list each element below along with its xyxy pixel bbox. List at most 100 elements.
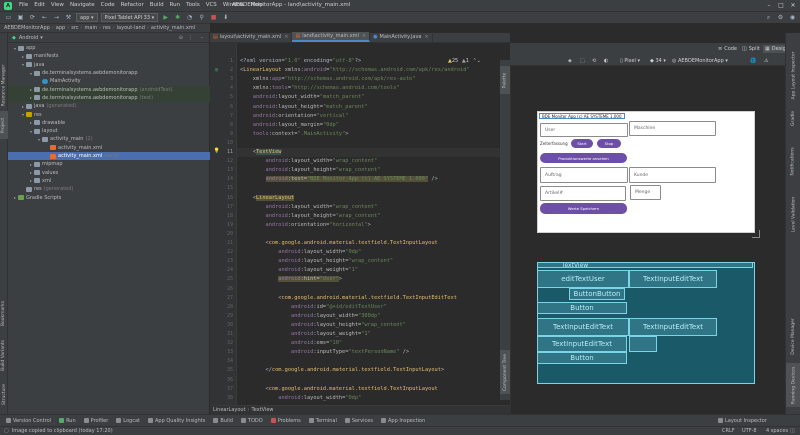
hammer-icon[interactable]: ⚒ [64, 13, 73, 22]
code-line[interactable]: android:layout_width="match_parent" [240, 93, 365, 102]
close-tab-icon[interactable]: × [425, 34, 429, 40]
tool-build[interactable]: Build [213, 418, 233, 424]
menu-edit[interactable]: Edit [31, 0, 48, 11]
tab-resource-manager[interactable]: Resource Manager [0, 63, 8, 107]
warnings-icon[interactable]: ⚠ [764, 57, 768, 65]
code-line[interactable]: android:id="@+id/editTextUser" [240, 303, 387, 312]
code-line[interactable]: android:layout_height="wrap_content" [240, 212, 381, 221]
account-icon[interactable]: ◉ [788, 13, 797, 22]
search-icon[interactable]: ⌕ [764, 13, 773, 22]
code-line[interactable]: <com.google.android.material.textfield.T… [240, 239, 438, 248]
tool-run[interactable]: Run [59, 418, 76, 424]
tab-level-validation[interactable]: Level Validation [786, 189, 800, 239]
menu-view[interactable]: View [48, 0, 67, 11]
attach-icon[interactable]: ⚲ [197, 13, 206, 22]
editor-tab-mainactivity[interactable]: ● MainActivity.java × [370, 32, 433, 42]
maximize-icon[interactable]: □ [776, 0, 786, 11]
code-line[interactable]: android:layout_width="0dp" [240, 248, 361, 257]
tab-app-layout-inspector[interactable]: App Layout Inspector [786, 51, 800, 99]
code-line[interactable]: android:layout_height="wrap_content" [240, 321, 406, 330]
tree-item[interactable]: ▸ Gradle Scripts [8, 193, 210, 201]
crumb-src[interactable]: src [71, 25, 78, 31]
device-preview[interactable]: BDE Monitor App (c) AE SYSTEME 1.000 Use… [537, 111, 760, 238]
debug-icon[interactable]: ✱ [173, 13, 182, 22]
code-line[interactable]: android:layout_width="300dp" [240, 312, 380, 321]
tool-todo[interactable]: TODO [240, 418, 263, 424]
code-line[interactable]: android:layout_weight="1" [240, 266, 358, 275]
lock-icon[interactable]: ◫ [790, 428, 795, 434]
preview-save-button[interactable]: Werte Speichern [540, 203, 627, 214]
crumb-main[interactable]: main [85, 25, 98, 31]
minimize-icon[interactable]: – [764, 0, 774, 11]
intention-bulb-icon[interactable]: 💡 [214, 148, 220, 154]
chevron-down-icon[interactable]: ▾ [40, 35, 43, 41]
settings-icon[interactable]: ⚙ [776, 13, 785, 22]
code-line[interactable]: tools:context=".MainActivity"> [240, 130, 349, 139]
code-line[interactable]: android:orientation="horizontal"> [240, 221, 371, 230]
tab-gradle[interactable]: Gradle [786, 103, 800, 133]
profile-icon[interactable]: ◔ [185, 13, 194, 22]
code-line[interactable]: <com.google.android.material.textfield.T… [240, 385, 438, 394]
hide-panel-icon[interactable]: – [201, 35, 204, 41]
tab-notifications[interactable]: Notifications [786, 139, 800, 183]
resize-handle[interactable] [752, 230, 760, 238]
layers-icon[interactable]: ◈ [568, 57, 572, 65]
code-line[interactable]: <LinearLayout [240, 194, 295, 203]
menu-run[interactable]: Run [167, 0, 184, 11]
code-line[interactable]: android:ems="10" [240, 339, 342, 348]
code-line[interactable]: android:inputType="textPersonName" /> [240, 348, 409, 357]
tree-item[interactable]: ▾ app [8, 44, 210, 52]
crumb-textview[interactable]: TextView [252, 407, 274, 413]
tab-running-devices[interactable]: Running Devices [786, 363, 800, 407]
blueprint-icon[interactable]: ⬚ [580, 57, 585, 65]
inspection-widget[interactable]: ▲25 ▲1 ⌃⌄ [448, 58, 481, 64]
preview-title-text[interactable]: BDE Monitor App (c) AE SYSTEME 1.000 [539, 113, 625, 119]
night-mode-icon[interactable]: ◐ [604, 57, 608, 65]
line-separator[interactable]: CRLF [722, 428, 735, 434]
tree-item[interactable]: activity_main.xml [8, 144, 210, 152]
collapse-all-icon[interactable]: ⊖ [179, 35, 183, 41]
editor-tab-layout-activity-main[interactable]: ▤ layout\activity_main.xml × [210, 32, 293, 42]
code-editor[interactable]: 1 2 3 4 5 6 7 8 9 10 11 12 13 14 15 16 17 18 19 20 21 22 23 24 2… [210, 43, 510, 405]
tab-build-variants[interactable]: Build Variants [0, 335, 8, 375]
close-tab-icon[interactable]: × [362, 33, 366, 39]
tree-item[interactable]: ▾ res [8, 110, 210, 118]
crumb-app[interactable]: app [56, 25, 65, 31]
tool-services[interactable]: Services [344, 418, 373, 424]
tree-item[interactable]: ▸ mipmap [8, 160, 210, 168]
sync-icon[interactable]: ⟳ [28, 13, 37, 22]
menu-build[interactable]: Build [147, 0, 167, 11]
save-icon[interactable]: ▣ [16, 13, 25, 22]
code-line[interactable]: <?xml version="1.0" encoding="utf-8"?> [240, 57, 361, 66]
menu-code[interactable]: Code [98, 0, 118, 11]
preview-artikel-field[interactable]: Artikel# [540, 186, 626, 201]
preview-menge-field[interactable]: Menge [630, 185, 661, 200]
menu-tools[interactable]: Tools [183, 0, 203, 11]
code-line[interactable]: <com.google.android.material.textfield.T… [240, 294, 457, 303]
open-folder-icon[interactable]: ▭ [4, 13, 13, 22]
blueprint-preview[interactable]: TextView editTextUser TextInputEditText … [537, 262, 755, 384]
device-select[interactable]: Pixel Tablet API 33 ▾ [100, 13, 159, 22]
code-line[interactable]: xmlns:app="http://schemas.android.com/ap… [240, 75, 416, 84]
code-line[interactable]: <LinearLayout xmlns:android="http://sche… [240, 66, 470, 75]
preview-machine-field[interactable]: Maschine [629, 121, 716, 136]
tree-item[interactable]: ▸ values [8, 169, 210, 177]
tree-item[interactable]: MainActivity [8, 77, 210, 85]
crumb-project[interactable]: AEBDEMonitorApp [4, 25, 50, 31]
indent-setting[interactable]: 4 spaces [766, 428, 788, 434]
tool-app-inspection[interactable]: App Inspection [380, 418, 425, 424]
code-line[interactable]: <TextView [240, 148, 282, 157]
code-line[interactable]: android:layout_width="wrap_content" [240, 203, 378, 212]
code-line[interactable]: android:layout_height="match_parent" [240, 103, 368, 112]
tool-terminal[interactable]: Terminal [308, 418, 337, 424]
tree-item[interactable]: ▾ de.terminalsystems.aebdemonitorapp [8, 69, 210, 77]
tab-palette[interactable]: Palette [500, 66, 510, 94]
menu-navigate[interactable]: Navigate [67, 0, 98, 11]
code-line[interactable]: android:layout_width="0dp" [240, 394, 361, 403]
code-line[interactable]: android:layout_margin="0dp" [240, 121, 339, 130]
preview-kunde-field[interactable]: Kunde [629, 167, 716, 183]
tree-item[interactable]: activity_main.xml (land) [8, 151, 210, 161]
crumb-linearlayout[interactable]: LinearLayout [213, 407, 246, 413]
menu-refactor[interactable]: Refactor [118, 0, 147, 11]
tool-profiler[interactable]: Profiler [83, 418, 108, 424]
